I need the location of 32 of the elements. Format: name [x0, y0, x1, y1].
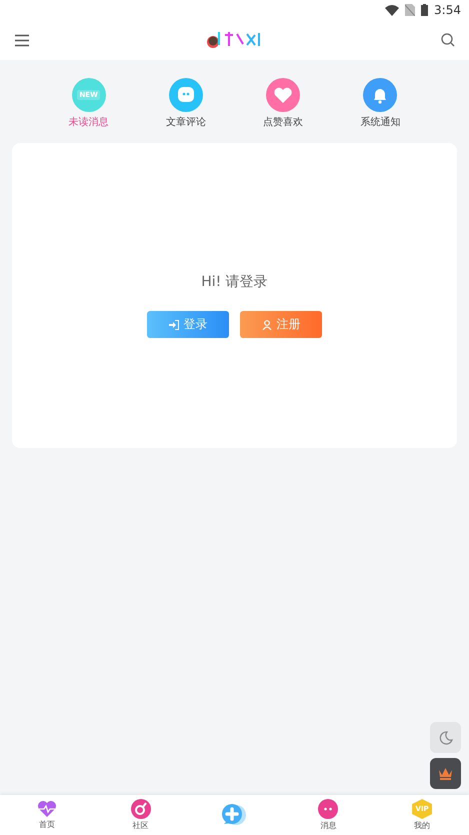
nav-label: 社区 — [132, 820, 149, 831]
chat-face-icon — [318, 799, 338, 819]
shortcut-tab[interactable]: 点赞喜欢 — [243, 78, 324, 129]
shortcut-tab[interactable]: 系统通知 — [340, 78, 420, 129]
chat-icon — [168, 78, 203, 112]
no-sim-icon — [405, 4, 416, 16]
user-icon — [262, 320, 272, 330]
shortcut-tab[interactable]: 文章评论 — [146, 78, 226, 129]
music-note-icon — [130, 799, 151, 819]
vip-crown-button[interactable] — [430, 758, 461, 789]
shortcut-label: 点赞喜欢 — [263, 116, 304, 129]
nav-tab[interactable]: 社区 — [94, 795, 188, 835]
login-prompt: Hi! 请登录 — [201, 273, 268, 291]
shortcut-label: 文章评论 — [166, 116, 206, 129]
battery-icon — [421, 4, 428, 16]
nav-tab[interactable]: 首页 — [0, 795, 94, 835]
nav-tab[interactable]: 消息 — [281, 795, 376, 835]
search-icon[interactable] — [441, 33, 455, 47]
nav-label: 我的 — [414, 820, 430, 831]
wifi-icon — [385, 4, 400, 16]
crown-icon — [438, 767, 453, 780]
nav-label: 消息 — [320, 820, 336, 831]
shortcut-label: 系统通知 — [360, 116, 400, 129]
menu-icon[interactable] — [14, 34, 30, 46]
dark-mode-button[interactable] — [430, 722, 461, 753]
nav-label: 首页 — [38, 819, 55, 830]
status-time: 3:54 — [434, 3, 461, 17]
heart-icon — [36, 800, 57, 818]
bell-icon — [363, 78, 398, 112]
shortcut-label: 未读消息 — [68, 116, 109, 129]
moon-icon — [438, 730, 452, 744]
sign-in-icon — [168, 320, 178, 330]
